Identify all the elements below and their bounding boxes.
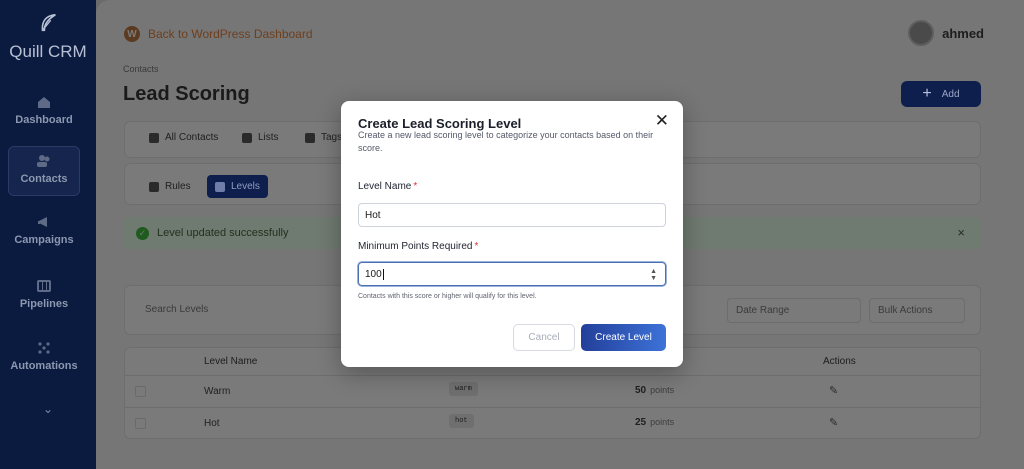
subtab-label: Levels (231, 181, 260, 192)
subtab-levels[interactable]: Levels (207, 175, 268, 198)
table-row: Hot hot 25 points ✎ (125, 407, 980, 438)
close-alert-icon[interactable]: × (957, 225, 965, 240)
required-mark: * (413, 181, 418, 192)
points-unit: points (650, 417, 675, 427)
grid-icon (215, 181, 225, 192)
level-name-label: Level Name * (358, 181, 417, 192)
avatar (908, 20, 935, 46)
megaphone-icon (38, 217, 47, 227)
sidebar-item-label: Campaigns (14, 234, 74, 246)
pipeline-icon (37, 280, 51, 292)
date-range-picker[interactable]: Date Range (727, 298, 861, 323)
tab-tags[interactable]: Tags (305, 132, 342, 143)
table-row: Warm warm 50 points ✎ (125, 375, 980, 406)
bulk-actions-label: Bulk Actions (878, 305, 933, 316)
points-value: 50 (635, 385, 647, 396)
points-value: 25 (635, 417, 647, 428)
create-level-modal: Create Lead Scoring Level Create a new l… (341, 101, 683, 367)
label-text: Minimum Points Required (358, 241, 473, 252)
sidebar-item-dashboard[interactable]: Dashboard (8, 88, 80, 138)
sidebar-item-pipelines[interactable]: Pipelines (8, 272, 80, 322)
sidebar-item-label: Automations (10, 360, 78, 372)
add-button[interactable]: + Add (901, 81, 981, 107)
sidebar-item-campaigns[interactable]: Campaigns (8, 208, 80, 258)
modal-subtitle: Create a new lead scoring level to categ… (358, 130, 654, 153)
subtab-rules[interactable]: Rules (141, 175, 199, 198)
nodes-icon (38, 342, 50, 354)
wordpress-icon: W (124, 26, 140, 42)
column-header-actions: Actions (823, 356, 856, 367)
label-text: Level Name (358, 181, 412, 192)
list-icon (242, 132, 252, 143)
level-points: 50 points (635, 385, 674, 396)
tag-icon (305, 132, 315, 143)
min-points-label: Minimum Points Required * (358, 241, 478, 252)
row-checkbox[interactable] (135, 418, 146, 429)
page-title: Lead Scoring (123, 83, 250, 105)
cancel-button[interactable]: Cancel (513, 324, 575, 351)
chevron-down-icon[interactable]: ⌄ (40, 402, 56, 416)
level-slug-badge: warm (449, 382, 478, 396)
min-points-value: 100 (365, 268, 382, 280)
plus-icon: + (922, 85, 932, 102)
users-icon (149, 132, 159, 143)
level-name: Warm (204, 386, 231, 397)
sidebar: Quill CRM Dashboard Contacts Campaigns P… (0, 0, 96, 469)
level-name-field[interactable]: Hot (358, 203, 666, 227)
level-name: Hot (204, 418, 220, 429)
add-button-label: Add (941, 88, 960, 100)
user-menu[interactable]: ahmed (908, 20, 984, 46)
level-slug-badge: hot (449, 414, 474, 428)
close-icon[interactable]: ✕ (655, 112, 669, 129)
rules-icon (149, 181, 159, 192)
breadcrumb[interactable]: Contacts (123, 64, 159, 74)
sidebar-item-contacts[interactable]: Contacts (8, 146, 80, 196)
number-stepper-icon[interactable]: ▲ ▼ (650, 268, 657, 282)
subtab-label: Rules (165, 181, 191, 192)
brand-logo[interactable]: Quill CRM (0, 12, 96, 62)
min-points-field[interactable]: 100 ▲ ▼ (358, 262, 666, 286)
edit-icon[interactable]: ✎ (829, 384, 838, 397)
text-caret (382, 268, 384, 280)
home-icon (38, 97, 50, 108)
row-checkbox[interactable] (135, 386, 146, 397)
tab-label: All Contacts (165, 132, 219, 143)
back-to-wordpress-link[interactable]: W Back to WordPress Dashboard (124, 26, 313, 42)
tab-label: Lists (258, 132, 279, 143)
create-level-button[interactable]: Create Level (581, 324, 666, 351)
points-unit: points (650, 385, 675, 395)
back-link-label: Back to WordPress Dashboard (148, 27, 313, 41)
users-icon (37, 155, 50, 167)
check-circle-icon: ✓ (136, 226, 149, 240)
required-mark: * (474, 241, 479, 252)
level-points: 25 points (635, 417, 674, 428)
min-points-hint: Contacts with this score or higher will … (358, 293, 537, 300)
sidebar-item-label: Dashboard (15, 114, 73, 126)
column-header-name[interactable]: Level Name (204, 356, 257, 367)
sidebar-item-automations[interactable]: Automations (8, 334, 80, 384)
edit-icon[interactable]: ✎ (829, 416, 838, 429)
level-name-value: Hot (365, 209, 381, 221)
quill-leaf-icon (41, 13, 56, 32)
tab-lists[interactable]: Lists (242, 132, 279, 143)
brand-name: Quill CRM (9, 42, 87, 61)
tab-all-contacts[interactable]: All Contacts (149, 132, 218, 143)
bulk-actions-select[interactable]: Bulk Actions (869, 298, 965, 323)
sidebar-item-label: Contacts (20, 173, 68, 185)
tab-label: Tags (321, 132, 343, 143)
date-range-label: Date Range (736, 305, 790, 316)
user-name: ahmed (942, 25, 984, 41)
sidebar-item-label: Pipelines (19, 298, 69, 310)
alert-message: Level updated successfully (157, 227, 289, 239)
